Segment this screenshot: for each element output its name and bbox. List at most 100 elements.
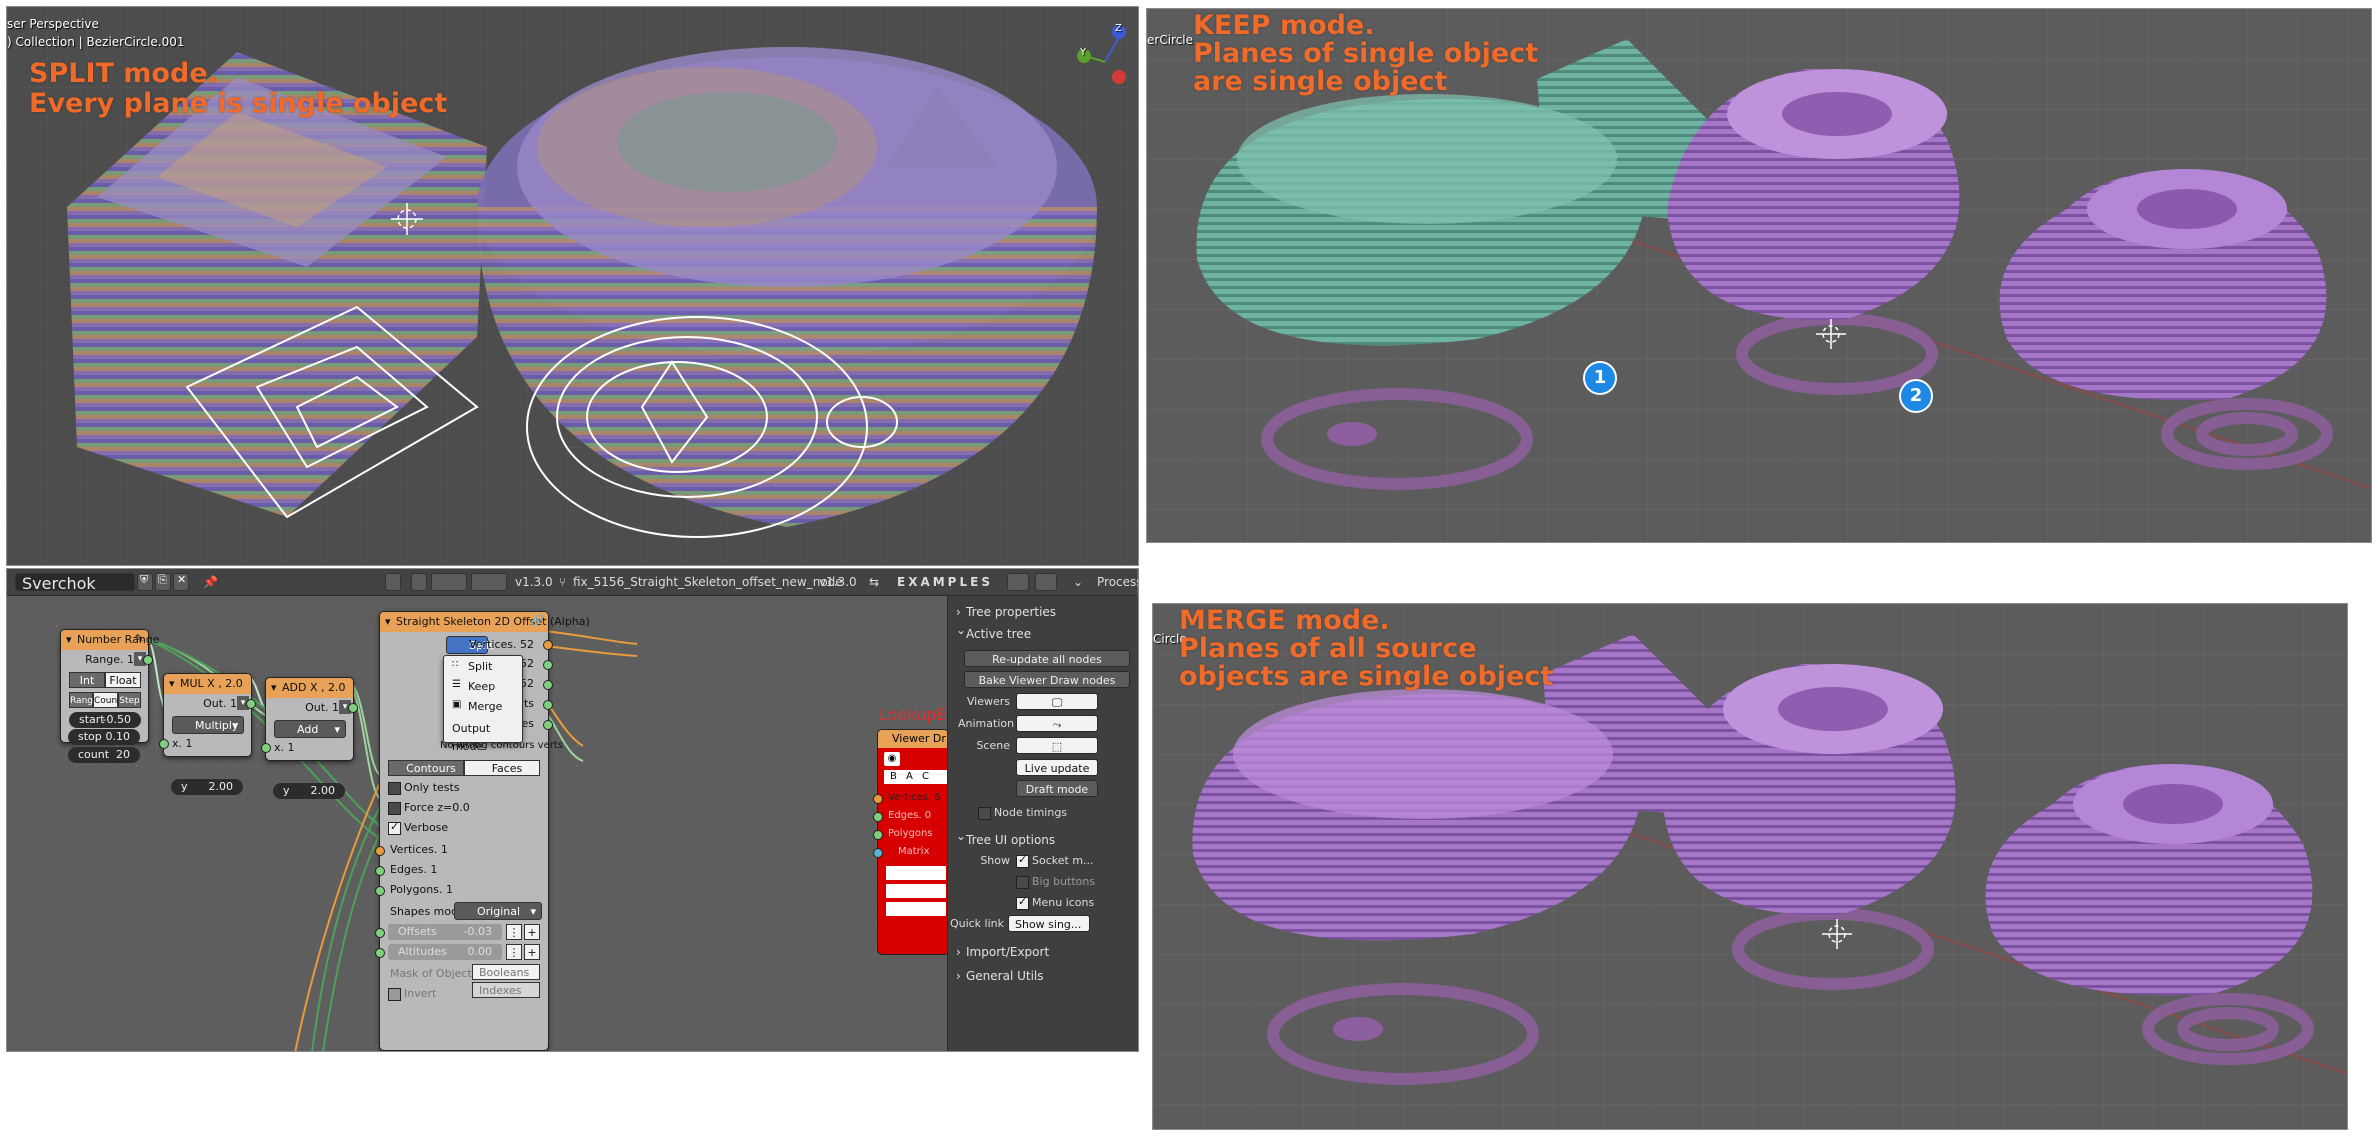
number-range-node[interactable]: Number Range ✎ Range. 1 ▾ Int Float Rang… [60, 629, 160, 743]
process-dropdown-chevron-icon[interactable]: ⌄ [1073, 573, 1083, 591]
mode-int-button[interactable]: Int [69, 672, 105, 688]
live-update-toggle[interactable]: Live update [1016, 759, 1098, 776]
view-button-1[interactable] [385, 573, 401, 591]
menu-icons-checkbox[interactable] [1016, 895, 1029, 910]
overlay-dropdown[interactable] [431, 573, 467, 591]
viewer-polygons-socket[interactable] [873, 830, 883, 840]
eye-icon[interactable]: ◉ [884, 752, 900, 766]
viewer-bake-button[interactable]: B A C [884, 770, 948, 784]
viewer-color-row-1[interactable] [886, 866, 946, 880]
start-field[interactable]: start -0.50 [69, 712, 141, 728]
tab-range-button[interactable]: Range [69, 692, 99, 708]
merge-viewport[interactable]: Circle MERGE mode. Planes of all source … [1152, 603, 2348, 1130]
layout-button[interactable] [1007, 573, 1029, 591]
mul-out-socket[interactable] [246, 699, 256, 709]
mul-operation-dropdown[interactable]: Multiply [172, 716, 244, 735]
n-panel-sidebar[interactable]: Tree properties Active tree Re-update al… [947, 596, 1138, 1051]
bake-viewer-draw-button[interactable]: Bake Viewer Draw nodes [964, 671, 1130, 688]
mask-booleans-button[interactable]: Booleans [472, 964, 540, 980]
viewer-vertices-socket[interactable] [873, 794, 883, 804]
mask-indexes-button[interactable]: Indexes [472, 982, 540, 998]
viewers-toggle[interactable]: 🖵 [1016, 693, 1098, 710]
import-export-tab[interactable]: Import/Export [950, 942, 1136, 962]
tab-contours-button[interactable]: Contours [388, 760, 464, 776]
only-tests-checkbox[interactable] [388, 782, 401, 795]
in-polygons-socket[interactable] [375, 886, 385, 896]
socket-m-checkbox[interactable] [1016, 853, 1029, 868]
out-4-socket[interactable] [543, 700, 553, 710]
gizmo-y-label: Y [1080, 47, 1087, 58]
socket-m-label: Socket m... [1032, 854, 1094, 867]
tree-ui-options-tab[interactable]: Tree UI options [950, 826, 1136, 850]
tree-properties-tab[interactable]: Tree properties [950, 602, 1136, 622]
keep-viewport[interactable]: erCircle KEEP mode. Planes of single obj… [1146, 8, 2372, 543]
quick-link-dropdown[interactable]: Show sing... [1008, 915, 1090, 932]
edit-icon[interactable]: ✎ [135, 632, 144, 645]
viewer-edges-socket[interactable] [873, 812, 883, 822]
process-label[interactable]: Process [1097, 573, 1138, 591]
stop-field[interactable]: stop 0.10 [68, 729, 140, 745]
draft-mode-toggle[interactable]: Draft mode [1016, 780, 1098, 797]
mul-node[interactable]: MUL X , 2.0 Out. 1 ▾ Multiply x. 1 [159, 673, 256, 757]
tab-faces-button[interactable]: Faces [464, 760, 540, 776]
out-5-socket[interactable] [543, 720, 553, 730]
mul-x-socket[interactable] [159, 739, 169, 749]
sync-icon[interactable]: ⇆ [869, 573, 879, 591]
add-node[interactable]: ADD X , 2.0 Out. 1 ▾ Add x. 1 [261, 677, 358, 761]
general-utils-tab[interactable]: General Utils [950, 966, 1136, 986]
range-output-socket[interactable] [143, 655, 153, 665]
duplicate-tree-button[interactable]: ⎘ [155, 573, 171, 591]
animation-toggle[interactable]: ⤳ [1016, 715, 1098, 732]
mode-float-button[interactable]: Float [105, 672, 141, 688]
altitudes-add-button[interactable]: + [524, 944, 540, 960]
big-buttons-checkbox[interactable] [1016, 876, 1029, 889]
tree-name-field[interactable]: Sverchok Nodes [15, 573, 135, 612]
scene-toggle[interactable]: ⬚ [1016, 737, 1098, 754]
viewer-color-row-2[interactable] [886, 884, 946, 898]
add-y-field[interactable]: y 2.00 [273, 783, 345, 799]
offsets-options-button[interactable]: ⋮ [506, 924, 522, 940]
force-z-checkbox[interactable] [388, 802, 401, 815]
verbose-checkbox[interactable] [388, 820, 401, 835]
mul-y-field[interactable]: y 2.00 [171, 779, 243, 795]
unlink-tree-button[interactable]: ✕ [173, 573, 189, 591]
viewer-matrix-socket[interactable] [873, 848, 883, 858]
out-2-socket[interactable] [543, 660, 553, 670]
shading-dropdown[interactable] [471, 573, 507, 591]
offsets-socket[interactable] [375, 928, 385, 938]
output-mode-menu[interactable]: Split Keep Merge Output mode ∷ ☰ ▣ [443, 655, 523, 753]
invert-checkbox[interactable] [388, 988, 401, 1001]
keep-title-line1: KEEP mode. [1193, 10, 1375, 41]
out-vertices-socket[interactable] [543, 640, 553, 650]
reupdate-all-nodes-button[interactable]: Re-update all nodes [964, 650, 1130, 667]
add-x-socket[interactable] [261, 743, 271, 753]
version-left: v1.3.0 [515, 575, 553, 589]
link-icon[interactable]: 🔗 [530, 614, 544, 627]
offsets-add-button[interactable]: + [524, 924, 540, 940]
shapes-mode-dropdown[interactable]: Original [454, 902, 542, 921]
tab-step-button[interactable]: Step [118, 692, 141, 708]
viewer-color-row-3[interactable] [886, 902, 946, 916]
out-3-socket[interactable] [543, 680, 553, 690]
offsets-field[interactable]: Offsets -0.03 [388, 924, 502, 940]
view-button-2[interactable] [411, 573, 427, 591]
node-timings-checkbox[interactable] [978, 807, 991, 820]
add-operation-dropdown[interactable]: Add [274, 720, 346, 739]
active-tree-tab[interactable]: Active tree [950, 620, 1136, 644]
pin-icon[interactable]: 📌 [203, 573, 218, 591]
altitudes-options-button[interactable]: ⋮ [506, 944, 522, 960]
count-field[interactable]: count 20 [68, 747, 140, 763]
merge-title-line3: objects are single object [1179, 661, 1554, 692]
add-out-socket[interactable] [348, 703, 358, 713]
altitudes-field[interactable]: Altitudes 0.00 [388, 944, 502, 960]
examples-menu[interactable]: EXAMPLES [897, 573, 993, 591]
fake-user-button[interactable]: ⛨ [137, 573, 153, 591]
node-editor[interactable]: Sverchok Nodes ⛨ ⎘ ✕ 📌 v1.3.0 ⑂ fix_5156… [6, 568, 1139, 1052]
frame-button[interactable] [1035, 573, 1057, 591]
in-edges-socket[interactable] [375, 866, 385, 876]
altitudes-socket[interactable] [375, 948, 385, 958]
viewer-draw-node[interactable]: Viewer Dr ◉ B A C Vertices. 6 Edges. 0 P… [873, 729, 949, 955]
in-vertices-socket[interactable] [375, 846, 385, 856]
tab-count-button[interactable]: Count [93, 692, 121, 708]
split-viewport[interactable]: ser Perspective ) Collection | BezierCir… [6, 6, 1139, 566]
